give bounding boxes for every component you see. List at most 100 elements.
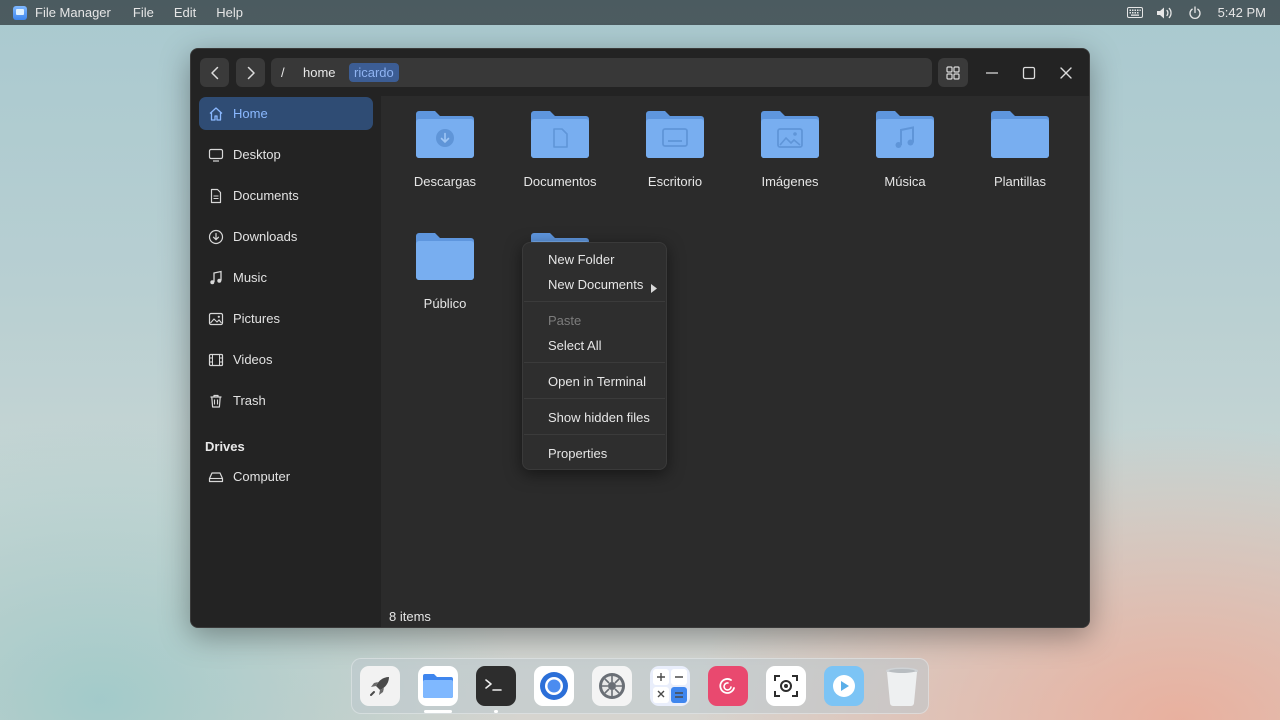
- sidebar-item-music[interactable]: Music: [199, 261, 373, 294]
- keyboard-icon[interactable]: [1126, 4, 1144, 22]
- sidebar-item-label: Videos: [233, 352, 273, 367]
- sidebar-item-pictures[interactable]: Pictures: [199, 302, 373, 335]
- trash-icon: [207, 392, 225, 410]
- sidebar-item-home[interactable]: Home: [199, 97, 373, 130]
- document-icon: [207, 187, 225, 205]
- calculator-icon[interactable]: [650, 666, 690, 706]
- forward-button[interactable]: [236, 58, 265, 87]
- back-button[interactable]: [200, 58, 229, 87]
- folder-icon: [991, 110, 1049, 158]
- sidebar-item-label: Downloads: [233, 229, 298, 244]
- menu-separator: [524, 301, 665, 302]
- launcher-icon[interactable]: [360, 666, 400, 706]
- chevron-right-icon: [247, 66, 255, 79]
- folder-name: Documentos: [523, 174, 597, 189]
- folder-icon: [416, 232, 474, 280]
- view-mode-button[interactable]: [938, 58, 968, 87]
- drive-icon: [207, 468, 225, 486]
- volume-icon[interactable]: [1156, 4, 1174, 22]
- sidebar-item-downloads[interactable]: Downloads: [199, 220, 373, 253]
- sidebar-item-desktop[interactable]: Desktop: [199, 138, 373, 171]
- folder-name: Imágenes: [761, 174, 819, 189]
- breadcrumb-ricardo[interactable]: ricardo: [349, 63, 399, 82]
- drives-heading: Drives: [205, 439, 245, 454]
- breadcrumb[interactable]: / home ricardo: [271, 58, 932, 87]
- clock[interactable]: 5:42 PM: [1218, 5, 1266, 20]
- folder-documentos[interactable]: Documentos: [505, 96, 615, 189]
- folder-escritorio[interactable]: Escritorio: [620, 96, 730, 189]
- folder-name: Público: [423, 296, 467, 311]
- power-icon[interactable]: [1186, 4, 1204, 22]
- terminal-icon[interactable]: [476, 666, 516, 706]
- app-name: File Manager: [35, 5, 111, 20]
- video-icon: [207, 351, 225, 369]
- top-panel: File Manager File Edit Help 5:42 PM: [0, 0, 1280, 25]
- sidebar-item-label: Home: [233, 106, 268, 121]
- media-player-icon[interactable]: [824, 666, 864, 706]
- close-button[interactable]: [1053, 60, 1079, 86]
- sidebar-item-trash[interactable]: Trash: [199, 384, 373, 417]
- minimize-icon: [986, 72, 998, 74]
- menu-separator: [524, 398, 665, 399]
- folder-name: Plantillas: [993, 174, 1047, 189]
- active-app-indicator: [424, 710, 452, 713]
- desktop-icon: [207, 146, 225, 164]
- menu-item-new-folder[interactable]: New Folder: [548, 252, 614, 267]
- chevron-left-icon: [210, 66, 218, 79]
- menu-item-show-hidden-files[interactable]: Show hidden files: [548, 410, 650, 425]
- sidebar-item-computer[interactable]: Computer: [199, 460, 373, 493]
- menu-item-select-all[interactable]: Select All: [548, 338, 601, 353]
- debian-icon[interactable]: [708, 666, 748, 706]
- dock: [351, 658, 929, 714]
- status-bar: 8 items: [389, 609, 431, 624]
- folder-icon: [416, 110, 474, 158]
- menu-item-properties[interactable]: Properties: [548, 446, 607, 461]
- folder-publico[interactable]: Público: [390, 218, 500, 311]
- sidebar-item-videos[interactable]: Videos: [199, 343, 373, 376]
- menu-file[interactable]: File: [133, 5, 154, 20]
- sidebar-item-label: Desktop: [233, 147, 281, 162]
- menu-separator: [524, 434, 665, 435]
- sidebar-item-label: Pictures: [233, 311, 280, 326]
- folder-musica[interactable]: Música: [850, 96, 960, 189]
- running-app-indicator: [494, 710, 498, 713]
- breadcrumb-home[interactable]: home: [298, 63, 341, 82]
- browser-icon[interactable]: [534, 666, 574, 706]
- sidebar-item-label: Documents: [233, 188, 299, 203]
- folder-icon: [761, 110, 819, 158]
- file-view[interactable]: Descargas Documentos Escritorio Imágenes…: [381, 96, 1089, 627]
- folder-descargas[interactable]: Descargas: [390, 96, 500, 189]
- folder-name: Música: [884, 174, 926, 189]
- trash-icon[interactable]: [882, 666, 922, 706]
- menu-help[interactable]: Help: [216, 5, 243, 20]
- folder-icon: [876, 110, 934, 158]
- menu-separator: [524, 362, 665, 363]
- home-icon: [207, 105, 225, 123]
- menu-item-paste: Paste: [548, 313, 582, 328]
- folder-name: Descargas: [413, 174, 477, 189]
- music-icon: [207, 269, 225, 287]
- folder-imagenes[interactable]: Imágenes: [735, 96, 845, 189]
- sidebar-item-label: Music: [233, 270, 267, 285]
- sidebar: Home Desktop Documents Downloads Music P…: [191, 96, 381, 627]
- maximize-icon: [1022, 66, 1036, 80]
- titlebar: / home ricardo: [191, 49, 1089, 96]
- submenu-arrow-icon: [651, 280, 657, 298]
- sidebar-item-documents[interactable]: Documents: [199, 179, 373, 212]
- folder-plantillas[interactable]: Plantillas: [965, 96, 1075, 189]
- menu-item-new-documents[interactable]: New Documents: [548, 277, 643, 292]
- file-manager-icon[interactable]: [418, 666, 458, 706]
- file-manager-icon: [13, 5, 27, 20]
- breadcrumb-root[interactable]: /: [276, 63, 290, 82]
- menu-item-open-in-terminal[interactable]: Open in Terminal: [548, 374, 646, 389]
- folder-icon: [646, 110, 704, 158]
- close-icon: [1060, 67, 1072, 79]
- sidebar-item-label: Trash: [233, 393, 266, 408]
- grid-view-icon: [946, 65, 960, 80]
- screenshot-icon[interactable]: [766, 666, 806, 706]
- settings-icon[interactable]: [592, 666, 632, 706]
- minimize-button[interactable]: [979, 60, 1005, 86]
- folder-name: Escritorio: [647, 174, 703, 189]
- menu-edit[interactable]: Edit: [174, 5, 196, 20]
- maximize-button[interactable]: [1016, 60, 1042, 86]
